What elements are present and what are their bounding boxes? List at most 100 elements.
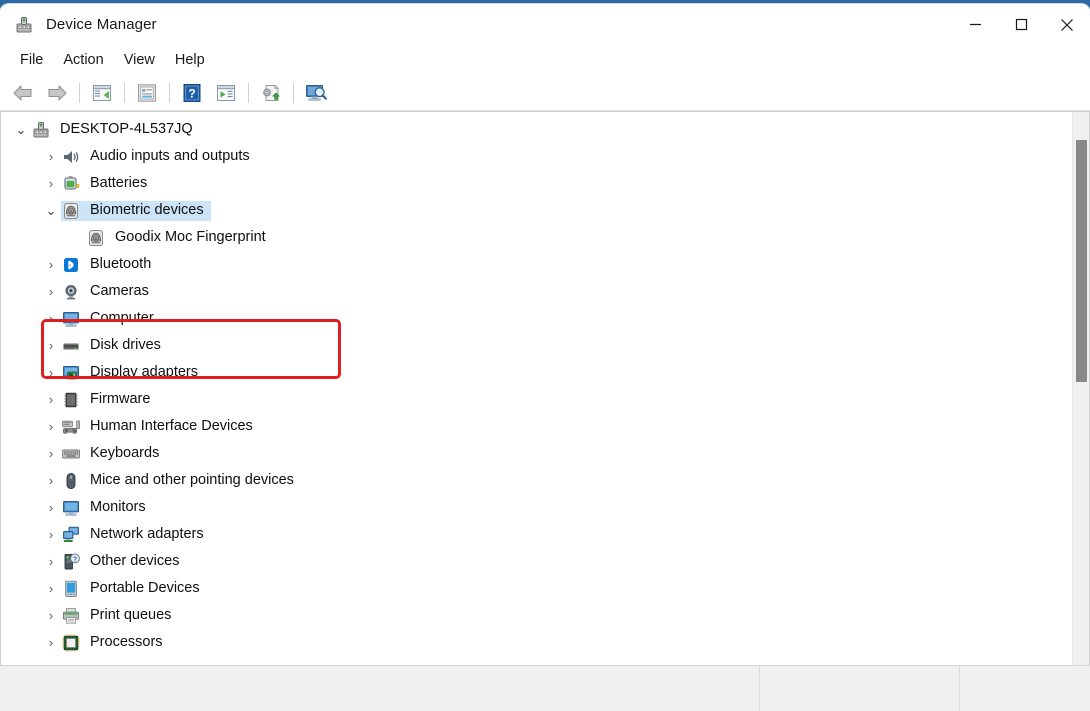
monitor-magnifier-icon [305, 84, 327, 102]
chevron-down-icon[interactable]: ⌄ [11, 122, 31, 138]
tree-item-goodix-moc-fingerprint[interactable]: Goodix Moc Fingerprint [1, 224, 1072, 251]
chevron-right-icon[interactable]: › [41, 446, 61, 461]
chevron-right-icon[interactable]: › [41, 257, 61, 272]
tree-item-label: Cameras [90, 282, 152, 301]
chevron-down-icon[interactable]: ⌄ [41, 203, 61, 219]
tree-item-other-devices[interactable]: › ? Other devices [1, 548, 1072, 575]
question-mark-icon: ? [183, 84, 201, 102]
tree-item-label: Mice and other pointing devices [90, 471, 297, 490]
tree-item-label: Disk drives [90, 336, 164, 355]
tree-item-label: DESKTOP-4L537JQ [60, 120, 196, 139]
tree-item-label: Other devices [90, 552, 182, 571]
console-tree-icon [92, 84, 112, 102]
chevron-right-icon[interactable]: › [41, 338, 61, 353]
chevron-right-icon[interactable]: › [41, 392, 61, 407]
keyboard-icon [61, 444, 81, 464]
tree-item-label: Human Interface Devices [90, 417, 256, 436]
tree-view-container: ⌄ DESKTOP-4L537JQ [0, 111, 1090, 665]
tree-item-portable-devices[interactable]: › Portable Devi [1, 575, 1072, 602]
menu-item-file[interactable]: File [10, 48, 53, 72]
close-button[interactable] [1044, 4, 1090, 45]
chevron-right-icon[interactable]: › [41, 581, 61, 596]
show-hidden-devices-button[interactable] [301, 79, 331, 107]
chevron-right-icon[interactable]: › [41, 311, 61, 326]
tree-item-label: Keyboards [90, 444, 162, 463]
properties-button[interactable] [132, 79, 162, 107]
tree-item-network-adapters[interactable]: › Network adapters [1, 521, 1072, 548]
tree-item-monitors[interactable]: › Monitors [1, 494, 1072, 521]
tree-item-audio-inputs-and-outputs[interactable]: › Audio inputs and outputs [1, 143, 1072, 170]
tree-item-batteries[interactable]: › Batteries [1, 170, 1072, 197]
status-pane-1 [0, 666, 760, 711]
tree-item-disk-drives[interactable]: › Disk drives [1, 332, 1072, 359]
status-pane-3 [960, 666, 1090, 711]
svg-text:?: ? [73, 556, 77, 563]
tree-item-print-queues[interactable]: › Print queues [1, 602, 1072, 629]
tree-item-label: Portable Devices [90, 579, 203, 598]
menu-item-help[interactable]: Help [165, 48, 215, 72]
tree-item-label: Batteries [90, 174, 150, 193]
tree-item-label: Network adapters [90, 525, 207, 544]
camera-icon [61, 282, 81, 302]
tree-item-processors[interactable]: › [1, 629, 1072, 656]
printer-icon [61, 606, 81, 626]
minimize-button[interactable] [952, 4, 998, 45]
chevron-right-icon[interactable]: › [41, 365, 61, 380]
play-window-icon [216, 84, 236, 102]
menu-item-view[interactable]: View [114, 48, 165, 72]
window-title: Device Manager [46, 16, 157, 33]
vertical-scrollbar[interactable] [1072, 112, 1089, 665]
tree-item-keyboards[interactable]: › [1, 440, 1072, 467]
chevron-right-icon[interactable]: › [41, 635, 61, 650]
tree-item-desktop-root[interactable]: ⌄ DESKTOP-4L537JQ [1, 116, 1072, 143]
tree-item-display-adapters[interactable]: › Display adapters [1, 359, 1072, 386]
chevron-right-icon[interactable]: › [41, 554, 61, 569]
firmware-chip-icon [61, 390, 81, 410]
network-adapter-icon [61, 525, 81, 545]
show-hide-console-tree-button[interactable] [87, 79, 117, 107]
toolbar-separator [293, 83, 294, 103]
chevron-right-icon[interactable]: › [41, 419, 61, 434]
tree-view[interactable]: ⌄ DESKTOP-4L537JQ [1, 112, 1072, 665]
chevron-right-icon[interactable]: › [41, 149, 61, 164]
gamepad-keyboard-icon [61, 417, 81, 437]
scan-hardware-changes-button[interactable] [256, 79, 286, 107]
menu-item-action[interactable]: Action [53, 48, 113, 72]
chevron-right-icon[interactable]: › [41, 500, 61, 515]
chevron-right-icon[interactable]: › [41, 176, 61, 191]
help-button[interactable]: ? [177, 79, 207, 107]
monitor-icon [61, 309, 81, 329]
bluetooth-icon [61, 255, 81, 275]
tree-item-mice-and-other-pointing-devices[interactable]: › Mice and other pointing devices [1, 467, 1072, 494]
device-manager-window: Device Manager File Action View Help [0, 4, 1090, 711]
tree-item-computer[interactable]: › Computer [1, 305, 1072, 332]
toolbar-separator [79, 83, 80, 103]
maximize-button[interactable] [998, 4, 1044, 45]
tree-item-label: Bluetooth [90, 255, 154, 274]
chevron-right-icon[interactable]: › [41, 473, 61, 488]
tree-item-biometric-devices[interactable]: ⌄ Biometric devices [1, 197, 1072, 224]
tree-item-label: Goodix Moc Fingerprint [115, 228, 269, 247]
speaker-icon [61, 147, 81, 167]
mouse-icon [61, 471, 81, 491]
update-driver-button[interactable] [211, 79, 241, 107]
monitor-icon [61, 498, 81, 518]
scrollbar-thumb[interactable] [1076, 140, 1087, 382]
forward-button[interactable] [42, 79, 72, 107]
tree-item-firmware[interactable]: › [1, 386, 1072, 413]
chevron-right-icon[interactable]: › [41, 608, 61, 623]
forward-arrow-icon [46, 83, 68, 103]
tree-item-bluetooth[interactable]: › Bluetooth [1, 251, 1072, 278]
processor-chip-icon [61, 633, 81, 653]
properties-window-icon [137, 84, 157, 102]
tree-item-cameras[interactable]: › Cameras [1, 278, 1072, 305]
tree-item-label: Audio inputs and outputs [90, 147, 253, 166]
chevron-right-icon[interactable]: › [41, 527, 61, 542]
tree-item-human-interface-devices[interactable]: › [1, 413, 1072, 440]
tree-item-label: Firmware [90, 390, 153, 409]
back-button[interactable] [8, 79, 38, 107]
chevron-right-icon[interactable]: › [41, 284, 61, 299]
toolbar-separator [248, 83, 249, 103]
fingerprint-icon [86, 228, 106, 248]
tree-item-label: Computer [90, 309, 157, 328]
